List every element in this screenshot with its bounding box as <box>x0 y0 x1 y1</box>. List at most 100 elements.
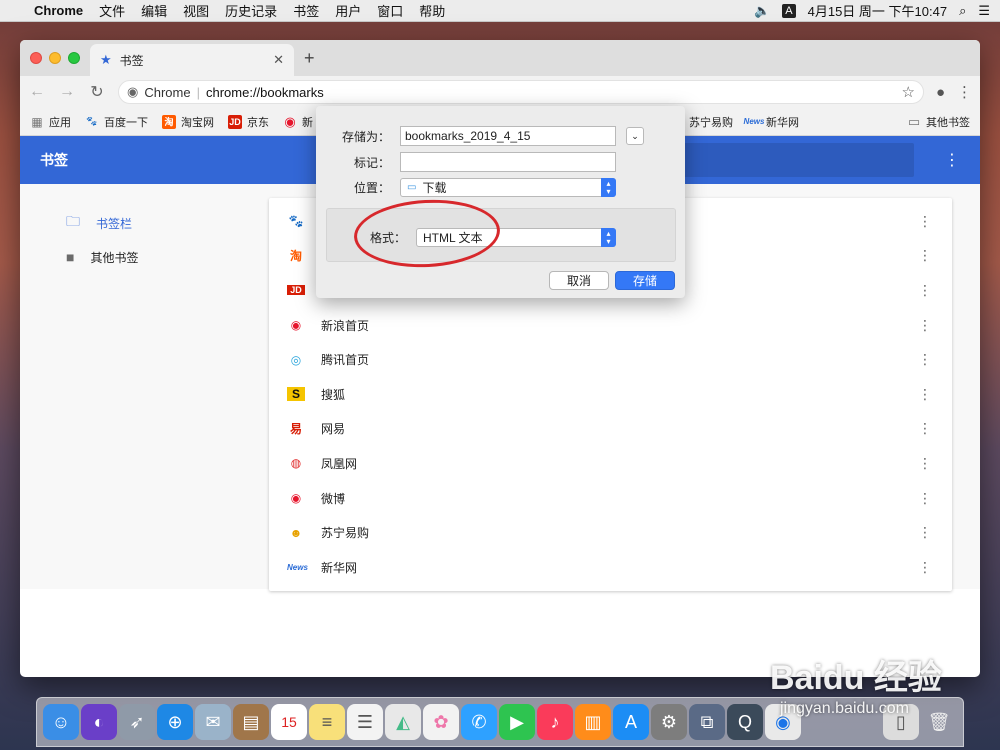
window-maximize-button[interactable] <box>68 52 80 64</box>
list-item[interactable]: ◉ 微博 ⋮ <box>269 481 952 516</box>
messages-icon[interactable]: ✆ <box>461 704 497 740</box>
cancel-button[interactable]: 取消 <box>549 271 609 290</box>
bookmarks-bar-item[interactable]: ▦ 应用 <box>30 114 71 130</box>
list-item-label: 新浪首页 <box>321 318 370 333</box>
mail-icon[interactable]: ✉ <box>195 704 231 740</box>
save-dialog: 存储为： bookmarks_2019_4_15 ⌄ 标记： 位置： ▭ 下载 … <box>316 106 685 298</box>
more-actions-icon[interactable]: ⋮ <box>918 317 932 334</box>
address-url[interactable]: chrome://bookmarks <box>206 85 896 100</box>
menu-help[interactable]: 帮助 <box>419 1 445 20</box>
quicktime-icon[interactable]: Q <box>727 704 763 740</box>
more-actions-icon[interactable]: ⋮ <box>918 420 932 437</box>
list-item[interactable]: ☻ 苏宁易购 ⋮ <box>269 515 952 550</box>
profile-avatar-icon[interactable]: ● <box>936 84 945 101</box>
more-actions-icon[interactable]: ⋮ <box>918 386 932 403</box>
tab-close-icon[interactable]: ✕ <box>273 52 284 68</box>
menu-bookmarks[interactable]: 书签 <box>293 1 319 20</box>
contacts-icon[interactable]: ▤ <box>233 704 269 740</box>
reminders-icon[interactable]: ☰ <box>347 704 383 740</box>
calendar-icon[interactable]: 15 <box>271 704 307 740</box>
launchpad-icon[interactable]: ➶ <box>119 704 155 740</box>
photos-icon[interactable]: ✿ <box>423 704 459 740</box>
bookmarks-bar-item[interactable]: 淘淘宝网 <box>162 114 214 130</box>
bookmarks-bar-item[interactable]: ◉ 新 <box>283 114 313 130</box>
more-actions-icon[interactable]: ⋮ <box>918 247 932 264</box>
remote-desktop-icon[interactable]: ⧉ <box>689 704 725 740</box>
bookmark-star-icon[interactable]: ☆ <box>901 83 914 101</box>
list-item[interactable]: News 新华网 ⋮ <box>269 550 952 585</box>
jd-icon: JD <box>228 114 242 129</box>
safari-icon[interactable]: ⊕ <box>157 704 193 740</box>
save-as-label: 存储为： <box>341 129 390 144</box>
weibo-icon: ◉ <box>290 491 302 506</box>
notification-center-icon[interactable]: ☰ <box>978 3 990 19</box>
location-select[interactable]: ▭ 下载 ▴ ▾ <box>400 178 616 197</box>
notes-icon[interactable]: ≡ <box>309 704 345 740</box>
list-item[interactable]: ◉ 新浪首页 ⋮ <box>269 308 952 343</box>
reload-button[interactable]: ↻ <box>88 82 106 102</box>
bookmarks-bar-item[interactable]: 🐾 百度一下 <box>85 114 148 130</box>
list-item[interactable]: ◎ 腾讯首页 ⋮ <box>269 342 952 377</box>
xinhua-icon: News <box>743 117 765 126</box>
menu-edit[interactable]: 编辑 <box>141 1 167 20</box>
tags-field[interactable] <box>400 152 616 172</box>
siri-icon[interactable]: ◐ <box>81 704 117 740</box>
chrome-menu-icon[interactable]: ⋮ <box>957 83 972 101</box>
list-item-label: 微博 <box>321 491 346 506</box>
menu-history[interactable]: 历史记录 <box>225 1 277 20</box>
input-method-icon[interactable]: A <box>782 3 796 18</box>
folder-open-icon: 🗀 <box>66 213 80 229</box>
more-actions-icon[interactable]: ⋮ <box>918 455 932 472</box>
trash-icon[interactable]: 🗑 <box>921 704 957 740</box>
bookmarks-bar-item[interactable]: JD 京东 <box>228 114 269 130</box>
more-actions-icon[interactable]: ⋮ <box>918 282 932 299</box>
menubar-clock[interactable]: 4月15日 周一 下午10:47 <box>808 1 947 20</box>
menu-file[interactable]: 文件 <box>99 1 125 20</box>
more-actions-icon[interactable]: ⋮ <box>918 490 932 507</box>
list-item[interactable]: ◍ 凤凰网 ⋮ <box>269 446 952 481</box>
expand-dialog-button[interactable]: ⌄ <box>626 127 644 145</box>
forward-button[interactable]: → <box>58 83 76 101</box>
more-actions-icon[interactable]: ⋮ <box>918 213 932 230</box>
taobao-icon: 淘 <box>162 114 176 129</box>
macos-menu-bar: Chrome 文件 编辑 视图 历史记录 书签 用户 窗口 帮助 🔈 A 4月1… <box>0 0 1000 22</box>
window-close-button[interactable] <box>30 52 42 64</box>
sidebar-item-bookmarks-bar[interactable]: 🗀 书签栏 <box>66 206 138 240</box>
address-bar[interactable]: ◉ Chrome | chrome://bookmarks ☆ <box>118 80 924 104</box>
save-as-field[interactable]: bookmarks_2019_4_15 <box>400 126 616 146</box>
other-bookmarks-button[interactable]: ▭ 其他书签 <box>907 114 970 130</box>
sidebar-item-other-bookmarks[interactable]: ■ 其他书签 <box>66 240 138 274</box>
save-as-row: 存储为： bookmarks_2019_4_15 ⌄ <box>326 126 644 146</box>
facetime-icon[interactable]: ▶ <box>499 704 535 740</box>
music-icon[interactable]: ♪ <box>537 704 573 740</box>
spotlight-search-icon[interactable]: ⌕ <box>959 3 966 19</box>
ifeng-icon: ◍ <box>290 456 302 471</box>
new-tab-button[interactable]: + <box>304 48 315 69</box>
more-actions-icon[interactable]: ⋮ <box>918 524 932 541</box>
back-button[interactable]: ← <box>28 83 46 101</box>
list-item[interactable]: 易 网易 ⋮ <box>269 412 952 447</box>
maps-icon[interactable]: ◭ <box>385 704 421 740</box>
manager-menu-icon[interactable]: ⋮ <box>944 150 960 170</box>
list-item-label: 网易 <box>321 422 346 437</box>
star-icon: ★ <box>100 52 112 67</box>
books-icon[interactable]: ▥ <box>575 704 611 740</box>
app-store-icon[interactable]: A <box>613 704 649 740</box>
bookmarks-bar-item[interactable]: News 新华网 <box>743 114 799 130</box>
menu-people[interactable]: 用户 <box>335 1 361 20</box>
volume-icon[interactable]: 🔈 <box>754 3 770 19</box>
baidu-watermark: Baidu 经验 <box>770 659 942 697</box>
address-separator: | <box>196 84 200 100</box>
menu-view[interactable]: 视图 <box>183 1 209 20</box>
menu-window[interactable]: 窗口 <box>377 1 403 20</box>
more-actions-icon[interactable]: ⋮ <box>918 351 932 368</box>
format-stepper-icon: ▴ ▾ <box>601 228 616 247</box>
system-preferences-icon[interactable]: ⚙ <box>651 704 687 740</box>
save-button[interactable]: 存储 <box>615 271 675 290</box>
list-item[interactable]: S 搜狐 ⋮ <box>269 377 952 412</box>
more-actions-icon[interactable]: ⋮ <box>918 559 932 576</box>
finder-icon[interactable]: ☺ <box>43 704 79 740</box>
tab-bookmarks[interactable]: ★ 书签 ✕ <box>90 44 294 76</box>
window-minimize-button[interactable] <box>49 52 61 64</box>
menu-app-name[interactable]: Chrome <box>34 3 83 18</box>
